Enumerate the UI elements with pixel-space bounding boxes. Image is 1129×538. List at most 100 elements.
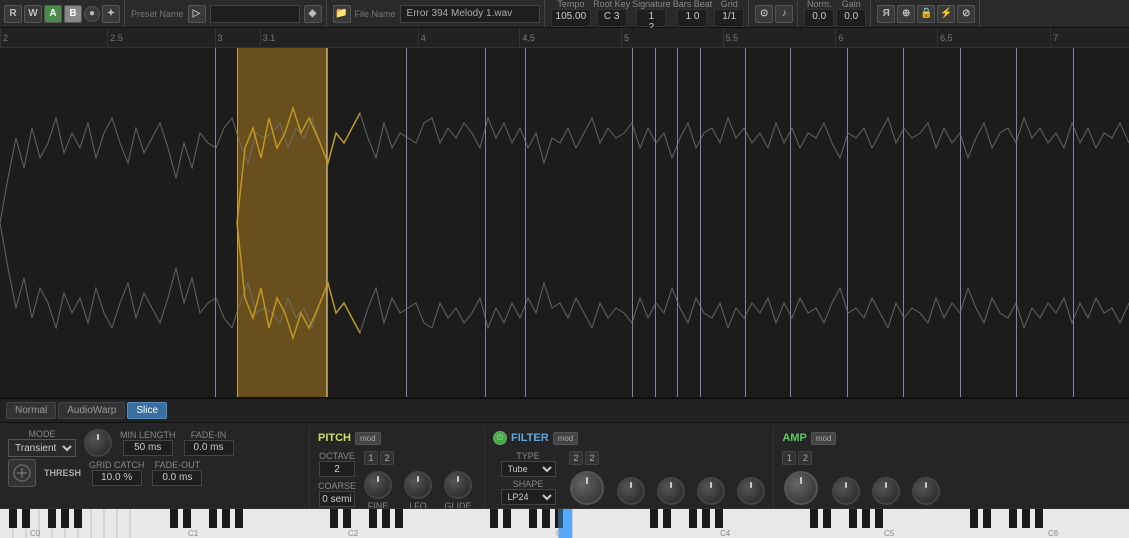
preset-name-input[interactable] (210, 5, 300, 23)
piano-svg[interactable]: // This will be drawn with the SVG below… (0, 509, 1129, 538)
octave-value[interactable]: 2 (319, 461, 355, 477)
fade-out-value[interactable]: 0.0 ms (152, 470, 202, 486)
amp-lfo2-knob[interactable] (912, 477, 940, 505)
amp-mod-btn[interactable]: mod (811, 432, 837, 445)
circle-btn[interactable]: ● (84, 6, 100, 22)
signature-param: Signature 12 (632, 0, 671, 27)
pitch-params: OCTAVE 2 COARSE 0 semi (318, 451, 356, 507)
pitch-content: OCTAVE 2 COARSE 0 semi 1 2 (318, 451, 476, 511)
pitch-section: PITCH mod OCTAVE 2 COARSE 0 semi (310, 427, 485, 519)
waveform-area: 2 2.5 3 3.1 4 4.5 5 5.5 6 6.5 7 (0, 28, 1129, 398)
preset-save[interactable]: ◆ (304, 5, 322, 23)
amp-badge-1: 1 (782, 451, 796, 465)
amp-lfo-knob[interactable] (832, 477, 860, 505)
coarse-value[interactable]: 0 semi (319, 491, 355, 507)
pitch-fine-item: FINE (364, 471, 392, 511)
c2-label: C2 (348, 529, 359, 538)
pitch-mod-btn[interactable]: mod (355, 432, 381, 445)
octave-block: OCTAVE 2 (318, 451, 356, 477)
filter-lfo-knob[interactable] (737, 477, 765, 505)
bars-value[interactable]: 1 0 (677, 9, 707, 27)
pitch-badge-1: 1 (364, 451, 378, 465)
coarse-block: COARSE 0 semi (318, 481, 356, 507)
b-button[interactable]: B (64, 5, 82, 23)
slice-row-1: MODE Transient Grid MIN LENGTH 50 ms FAD… (8, 429, 301, 457)
a-button[interactable]: A (44, 5, 62, 23)
reso-knob[interactable] (617, 477, 645, 505)
filter-type-label: TYPE (516, 451, 540, 461)
tempo-value[interactable]: 105.00 (551, 9, 592, 27)
loop-icon[interactable]: ⊕ (897, 5, 915, 23)
waveform-svg (0, 48, 1129, 398)
mode-tabs: Normal AudioWarp Slice (0, 399, 1129, 423)
slice-tab[interactable]: Slice (127, 402, 167, 419)
slice-controls: MODE Transient Grid MIN LENGTH 50 ms FAD… (0, 427, 310, 519)
pitch-header: PITCH mod (318, 429, 476, 447)
mark-3-1: 3.1 (260, 28, 276, 47)
norm-param: Norm. 0.0 (804, 0, 834, 27)
waveform-canvas[interactable] (0, 48, 1129, 398)
transport-group: R W A B ● ✦ (4, 0, 125, 27)
signature-value[interactable]: 12 (636, 9, 666, 27)
filter-shape-select[interactable]: LP24 HP24 BP (501, 489, 556, 505)
amp-badges: 1 2 (782, 451, 951, 465)
filter-mod-btn[interactable]: mod (553, 432, 579, 445)
keyf-knob[interactable] (697, 477, 725, 505)
root-key-value[interactable]: C 3 (597, 9, 627, 27)
c4-label: C4 (720, 529, 731, 538)
grid-catch-label: GRID CATCH (89, 460, 144, 470)
pitch-fine-knob[interactable] (364, 471, 392, 499)
file-label: File Name (355, 9, 396, 19)
w-button[interactable]: W (24, 5, 42, 23)
filter-type-shape: TYPE Tube Classic Ladder SHAPE LP24 HP24… (493, 451, 563, 505)
fade-in-value[interactable]: 0.0 ms (184, 440, 234, 456)
volume-knob[interactable] (784, 471, 818, 505)
filter-power-btn[interactable]: ⏻ (493, 431, 507, 445)
pan-knob[interactable] (872, 477, 900, 505)
pitch-glide-knob[interactable] (444, 471, 472, 499)
amp-section: AMP mod 1 2 VOLUME LFO (774, 427, 959, 519)
filter-header: ⏻ FILTER mod (493, 429, 765, 447)
thresh-icon[interactable] (8, 459, 36, 487)
drive-knob[interactable] (657, 477, 685, 505)
coarse-label: COARSE (318, 481, 356, 491)
gain-value[interactable]: 0.0 (836, 9, 866, 27)
c3-highlight (558, 509, 572, 538)
file-folder[interactable]: 📁 (333, 5, 351, 23)
norm-value[interactable]: 0.0 (804, 9, 834, 27)
grid-value[interactable]: 1/1 (714, 9, 744, 27)
filter-title: FILTER (511, 432, 549, 444)
mark-6-5: 6.5 (937, 28, 953, 47)
mark-2-5: 2.5 (107, 28, 123, 47)
pitch-title: PITCH (318, 432, 351, 444)
r-button[interactable]: R (4, 5, 22, 23)
lock-icon[interactable]: 🔒 (917, 5, 935, 23)
audiowarp-tab[interactable]: AudioWarp (58, 402, 125, 419)
reverse-icon[interactable]: Я (877, 5, 895, 23)
filter-type-select[interactable]: Tube Classic Ladder (501, 461, 556, 477)
slice-row-2: THRESH GRID CATCH 10.0 % FADE-OUT 0.0 ms (8, 459, 301, 487)
file-name-input[interactable] (400, 5, 540, 23)
star-btn[interactable]: ✦ (102, 5, 120, 23)
mark-5: 5 (621, 28, 629, 47)
pitch-badge-2: 2 (380, 451, 394, 465)
preset-arrow[interactable]: ▷ (188, 5, 206, 23)
cutoff-knob[interactable] (570, 471, 604, 505)
mark-7: 7 (1050, 28, 1058, 47)
tune-icon[interactable]: ♪ (775, 5, 793, 23)
mark-4: 4 (418, 28, 426, 47)
octave-label: OCTAVE (319, 451, 355, 461)
mode-select[interactable]: Transient Grid (8, 439, 76, 457)
pitch-lfo-knob[interactable] (404, 471, 432, 499)
metro-icon[interactable]: ⊙ (755, 5, 773, 23)
min-length-block: MIN LENGTH 50 ms (120, 430, 176, 456)
grid-catch-value[interactable]: 10.0 % (92, 470, 142, 486)
thresh-knob[interactable] (84, 429, 112, 457)
bolt-icon[interactable]: ⚡ (937, 5, 955, 23)
filter-badge-1: 2 (569, 451, 583, 465)
normal-tab[interactable]: Normal (6, 402, 56, 419)
slice2-icon[interactable]: ⊘ (957, 5, 975, 23)
pitch-knob-row: FINE LFO GLIDE (364, 471, 472, 511)
mode-block: MODE Transient Grid (8, 429, 76, 457)
min-length-value[interactable]: 50 ms (123, 440, 173, 456)
